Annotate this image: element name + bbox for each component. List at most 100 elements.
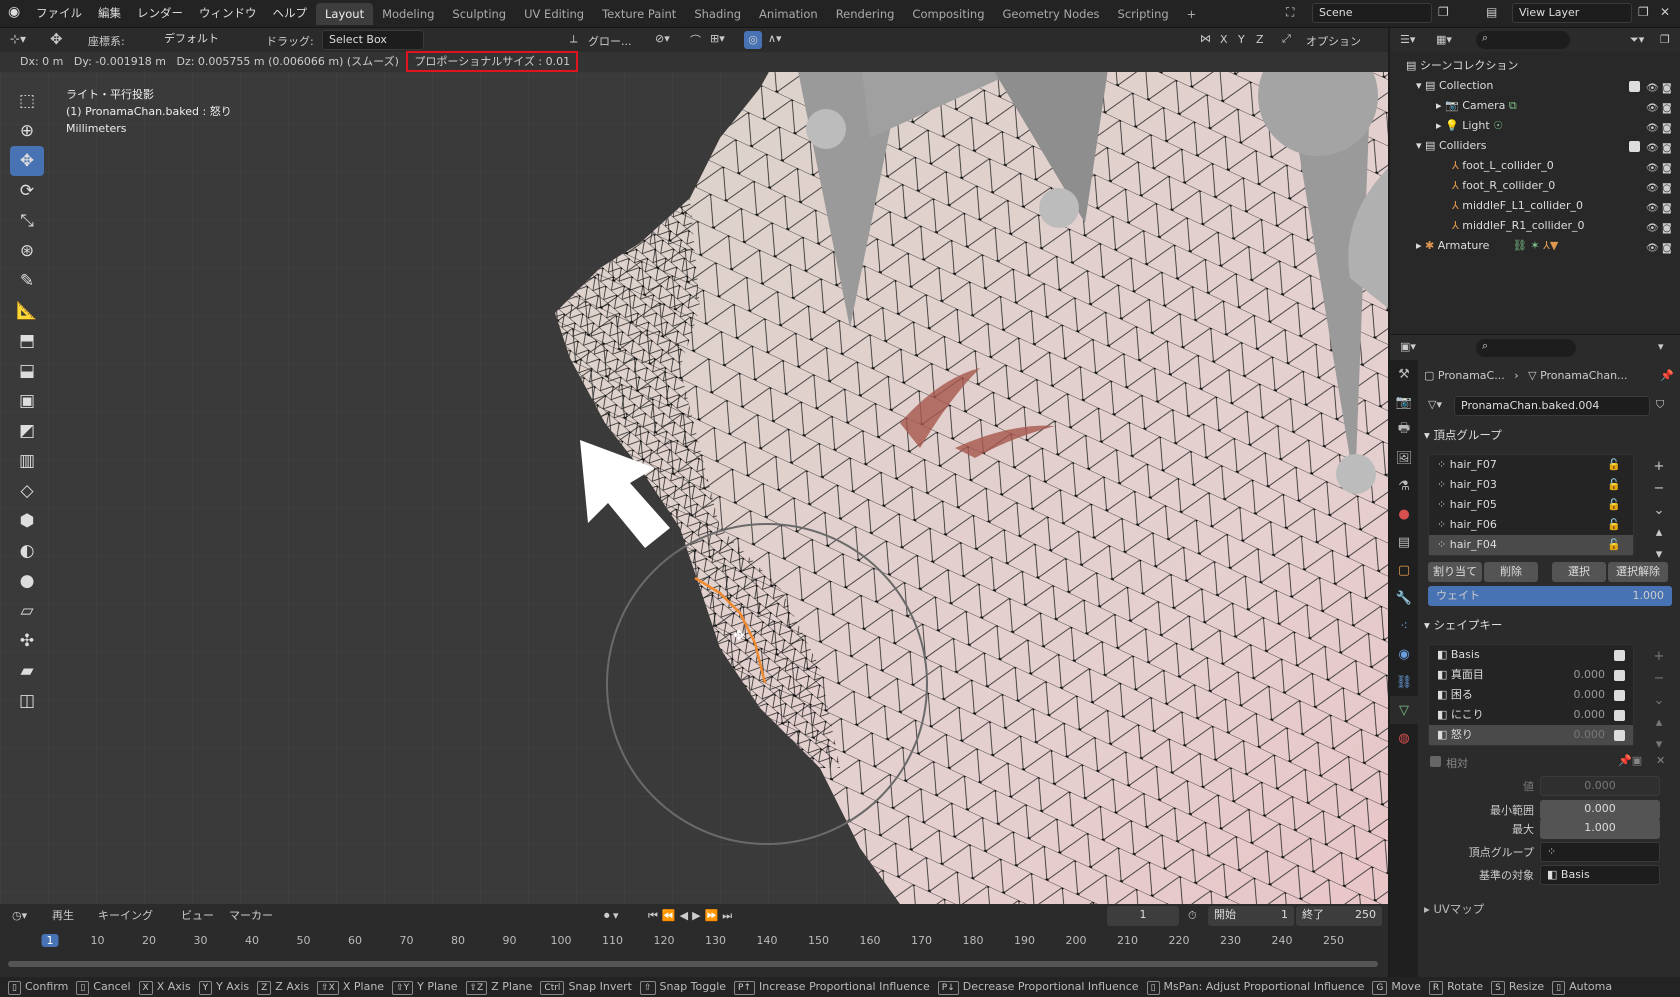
mirror-icon[interactable]: ⋈: [1200, 32, 1211, 45]
pivot-icon[interactable]: ⟂: [570, 32, 577, 46]
outliner-item-armature[interactable]: ▸ ✱ Armature ⛓ ✶ ⅄▼ 👁 ◙: [1390, 236, 1680, 256]
exclude-checkbox[interactable]: [1629, 141, 1640, 152]
properties-editor-icon[interactable]: ▣▾: [1400, 340, 1416, 353]
poly-build-tool-icon[interactable]: ⬢: [10, 506, 44, 536]
shape-key-value[interactable]: 0.000: [1574, 705, 1606, 725]
timeline-editor-icon[interactable]: ◷▾: [12, 904, 27, 928]
shape-key-value[interactable]: 0.000: [1574, 685, 1606, 705]
axis-x-toggle[interactable]: X: [1220, 33, 1228, 46]
outliner-search-input[interactable]: ⌕: [1476, 31, 1570, 49]
outliner-item-camera[interactable]: ▸ 📷 Camera ⧉ 👁 ◙: [1390, 96, 1680, 116]
lock-icon[interactable]: 🔓: [1607, 495, 1621, 515]
expand-icon[interactable]: ▾: [1416, 139, 1422, 152]
tab-texture-paint[interactable]: Texture Paint: [593, 3, 685, 25]
mesh-browse-icon[interactable]: ▽▾: [1428, 398, 1442, 411]
expand-icon[interactable]: ▾: [1416, 79, 1422, 92]
particles-tab-icon[interactable]: ⁖: [1390, 612, 1418, 640]
outliner-item-middlef-l1[interactable]: ⅄ middleF_L1_collider_0 👁 ◙: [1390, 196, 1680, 216]
sk-specials-icon[interactable]: ⌄: [1650, 690, 1668, 712]
scene-selector[interactable]: Scene: [1312, 3, 1432, 23]
shape-key-checkbox[interactable]: [1614, 710, 1625, 721]
tab-scripting[interactable]: Scripting: [1109, 3, 1178, 25]
options-dropdown[interactable]: オプション: [1306, 33, 1361, 49]
bevel-tool-icon[interactable]: ◩: [10, 416, 44, 446]
lock-icon[interactable]: 🔓: [1607, 455, 1621, 475]
overlay-icon[interactable]: ⤢: [1282, 32, 1291, 46]
snap-target-icon[interactable]: ⊞▾: [710, 32, 725, 45]
sk-move-up-icon[interactable]: ▴: [1650, 712, 1668, 734]
move-down-icon[interactable]: ▾: [1650, 544, 1668, 566]
list-item[interactable]: ⁘ hair_F03 🔓: [1429, 475, 1633, 495]
snap-magnet-icon[interactable]: ⌒: [690, 32, 701, 48]
pose-icon[interactable]: ⛓ ✶: [1513, 239, 1540, 252]
scene-tab-icon[interactable]: ⚗: [1390, 472, 1418, 500]
render-tab-icon[interactable]: 📷: [1390, 388, 1418, 416]
tab-geometry-nodes[interactable]: Geometry Nodes: [994, 3, 1109, 25]
list-item[interactable]: ◧ 困る 0.000: [1429, 685, 1633, 705]
data-tab-icon[interactable]: ▽: [1390, 696, 1418, 724]
menu-window[interactable]: ウィンドウ: [191, 0, 265, 26]
inset-tool-icon[interactable]: ▣: [10, 386, 44, 416]
uv-maps-header[interactable]: ▸ UVマップ: [1424, 898, 1674, 920]
eye-icon[interactable]: 👁: [1646, 179, 1659, 194]
collection-tab-icon[interactable]: ▤: [1390, 528, 1418, 556]
pin-shape-icon[interactable]: 📌▣: [1618, 754, 1642, 767]
outliner-editor-icon[interactable]: ☰▾: [1400, 33, 1415, 46]
camera-render-icon[interactable]: ◙: [1662, 159, 1674, 174]
lock-icon[interactable]: 🔓: [1607, 535, 1621, 555]
start-frame-field[interactable]: 開始 1: [1208, 906, 1294, 926]
clear-weights-icon[interactable]: ✕: [1656, 754, 1665, 767]
outliner-item-foot-l[interactable]: ⅄ foot_L_collider_0 👁 ◙: [1390, 156, 1680, 176]
modifier-tab-icon[interactable]: 🔧: [1390, 584, 1418, 612]
list-item[interactable]: ⁘ hair_F07 🔓: [1429, 455, 1633, 475]
outliner-item-collection[interactable]: ▾ ▤ Collection 👁 ◙: [1390, 76, 1680, 96]
pivot-dropdown[interactable]: グロー...: [588, 33, 632, 49]
camera-render-icon[interactable]: ◙: [1662, 79, 1674, 94]
expand-icon[interactable]: ▸: [1436, 119, 1442, 132]
measure-tool-icon[interactable]: 📐: [10, 296, 44, 326]
camera-render-icon[interactable]: ◙: [1662, 199, 1674, 214]
exclude-checkbox[interactable]: [1629, 81, 1640, 92]
view-layer-remove-icon[interactable]: ✕: [1660, 5, 1670, 19]
shape-key-checkbox[interactable]: [1614, 690, 1625, 701]
marker-menu[interactable]: マーカー: [229, 904, 273, 928]
eye-icon[interactable]: 👁: [1646, 219, 1659, 234]
weight-slider[interactable]: ウェイト 1.000: [1428, 586, 1672, 606]
cursor-tool-icon[interactable]: ⊕: [10, 116, 44, 146]
tab-modeling[interactable]: Modeling: [373, 3, 443, 25]
tab-animation[interactable]: Animation: [750, 3, 827, 25]
playback-menu[interactable]: 再生: [52, 904, 74, 928]
knife-tool-icon[interactable]: ◇: [10, 476, 44, 506]
rotate-tool-icon[interactable]: ⟳: [10, 176, 44, 206]
pin-icon[interactable]: 📌: [1660, 364, 1674, 388]
annotate-tool-icon[interactable]: ✎: [10, 266, 44, 296]
view-layer-icon[interactable]: ▤: [1486, 5, 1497, 19]
remove-button[interactable]: 削除: [1484, 562, 1538, 582]
camera-render-icon[interactable]: ◙: [1662, 139, 1674, 154]
eye-icon[interactable]: 👁: [1646, 199, 1659, 214]
list-item[interactable]: ◧ Basis: [1429, 645, 1633, 665]
blender-logo-icon[interactable]: ◉: [8, 4, 20, 20]
eye-icon[interactable]: 👁: [1646, 99, 1659, 114]
lock-icon[interactable]: 🔓: [1607, 475, 1621, 495]
view-menu[interactable]: ビュー: [181, 904, 214, 928]
select-box-tool-icon[interactable]: ⬚: [10, 86, 44, 116]
view-layer-new-icon[interactable]: ❐: [1638, 5, 1649, 19]
expand-icon[interactable]: ▸: [1436, 99, 1442, 112]
tab-shading[interactable]: Shading: [685, 3, 750, 25]
tab-rendering[interactable]: Rendering: [827, 3, 904, 25]
tab-layout[interactable]: Layout: [316, 3, 374, 25]
vg-specials-icon[interactable]: ⌄: [1650, 500, 1668, 522]
menu-file[interactable]: ファイル: [28, 0, 90, 26]
shape-key-checkbox[interactable]: [1614, 650, 1625, 661]
eye-icon[interactable]: 👁: [1646, 239, 1659, 254]
light-data-icon[interactable]: ☉: [1493, 119, 1503, 132]
add-shape-key-icon[interactable]: +: [1650, 646, 1668, 668]
scene-icon[interactable]: ⛶: [1286, 5, 1294, 20]
select-button[interactable]: 選択: [1552, 562, 1606, 582]
list-item[interactable]: ⁘ hair_F04 🔓: [1429, 535, 1633, 555]
expand-icon[interactable]: ▸: [1416, 239, 1422, 252]
play-reverse-icon[interactable]: ◀: [680, 909, 692, 922]
mesh-name-field[interactable]: PronamaChan.baked.004: [1454, 396, 1650, 416]
lock-icon[interactable]: 🔓: [1607, 515, 1621, 535]
